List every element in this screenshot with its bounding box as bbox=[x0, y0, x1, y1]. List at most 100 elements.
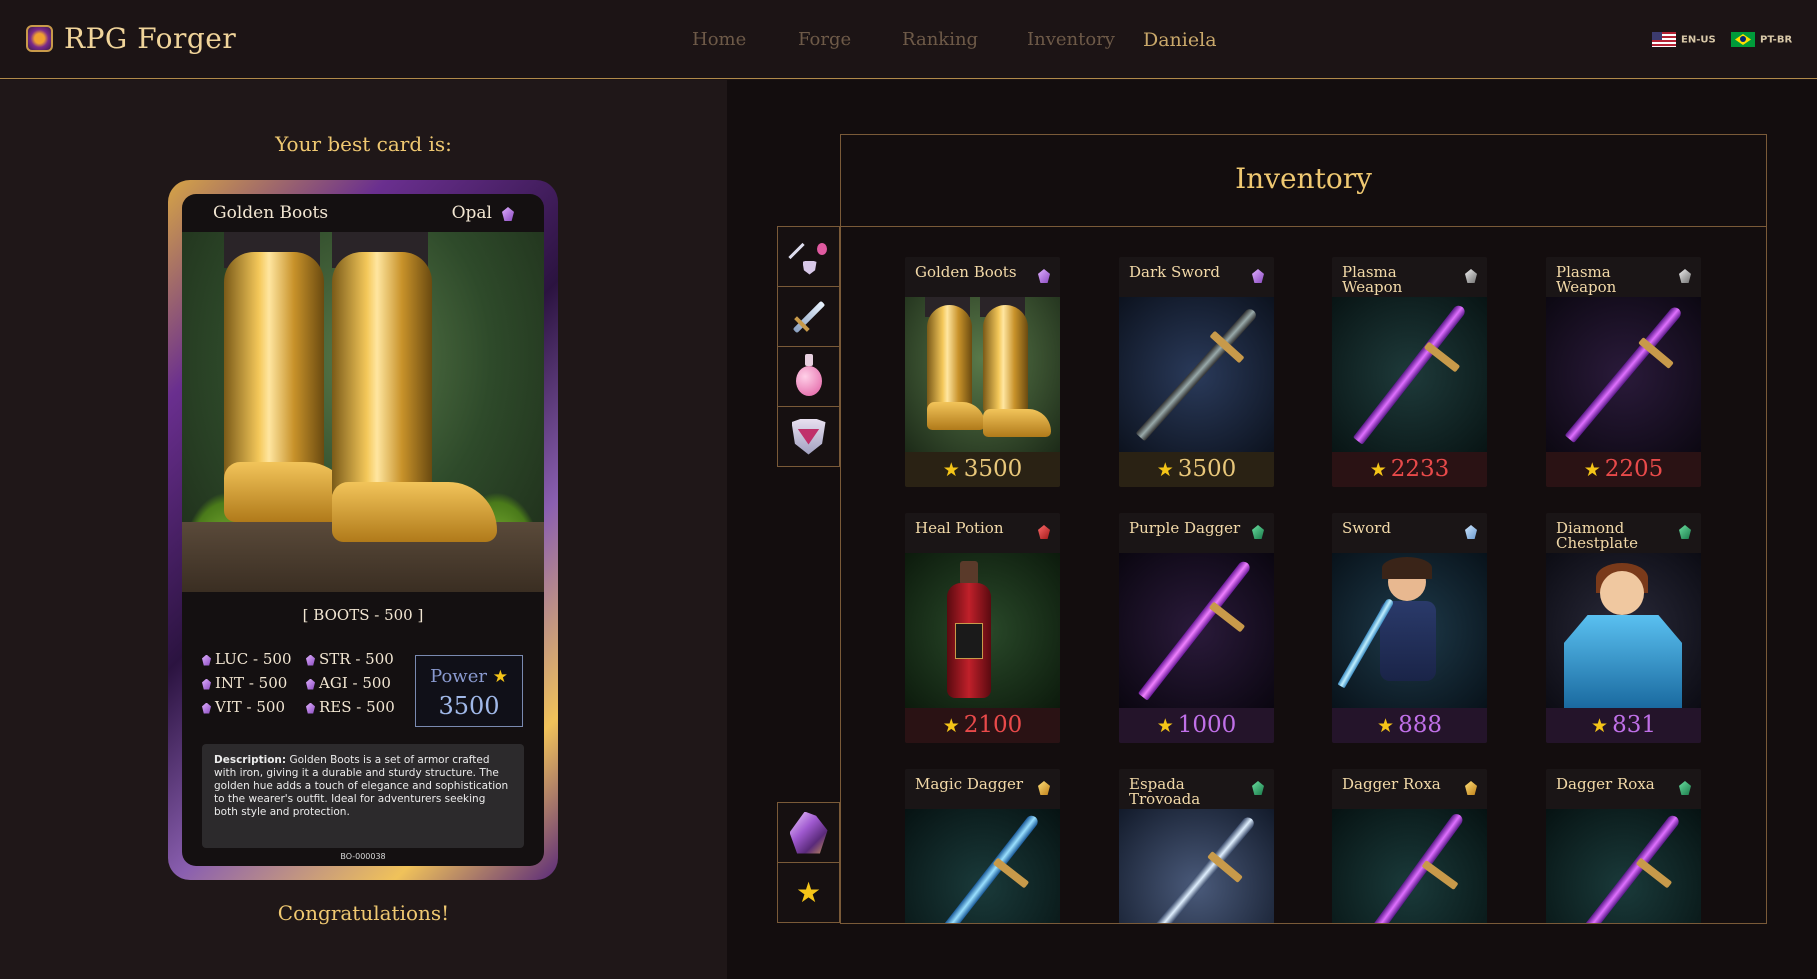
inventory-card[interactable]: Plasma Weapon ★ 2233 bbox=[1332, 257, 1487, 487]
star-icon: ★ bbox=[1156, 715, 1174, 737]
tab-favorites[interactable]: ★ bbox=[777, 862, 840, 923]
nav-forge[interactable]: Forge bbox=[798, 29, 851, 50]
card-header: Purple Dagger bbox=[1119, 513, 1274, 553]
gem-icon bbox=[1038, 269, 1050, 283]
star-icon: ★ bbox=[1156, 459, 1174, 481]
gem-cluster-icon bbox=[789, 811, 828, 854]
lang-en-us[interactable]: EN-US bbox=[1652, 32, 1716, 47]
blade-decor bbox=[1355, 811, 1465, 923]
boot-foot bbox=[927, 402, 985, 430]
blade-decor bbox=[1137, 815, 1257, 923]
card-power: ★ 2205 bbox=[1546, 452, 1701, 487]
stat-gem-icon bbox=[202, 702, 211, 714]
blade-decor bbox=[1564, 305, 1684, 443]
stat-agi: AGI - 500 bbox=[306, 674, 391, 692]
card-header: Espada Trovoada bbox=[1119, 769, 1274, 809]
inventory-card[interactable]: Dagger Roxa bbox=[1546, 769, 1701, 923]
inventory-card[interactable]: Diamond Chestplate ★ 831 bbox=[1546, 513, 1701, 743]
best-card[interactable]: Golden Boots Opal [ BOOTS - 500 ] LUC - … bbox=[168, 180, 558, 880]
card-image bbox=[905, 553, 1060, 708]
card-name: Plasma Weapon bbox=[1342, 263, 1403, 296]
stat-luc: LUC - 500 bbox=[202, 650, 292, 668]
card-header: Diamond Chestplate bbox=[1546, 513, 1701, 553]
description-box: Description: Golden Boots is a set of ar… bbox=[202, 744, 524, 848]
hilt-decor bbox=[1208, 601, 1246, 633]
card-power: ★ 888 bbox=[1332, 708, 1487, 743]
lang-pt-br[interactable]: PT-BR bbox=[1731, 32, 1792, 47]
card-power-value: 2205 bbox=[1604, 456, 1664, 482]
inventory-card[interactable]: Heal Potion ★ 2100 bbox=[905, 513, 1060, 743]
gem-icon bbox=[1465, 781, 1477, 795]
hilt-decor bbox=[1421, 860, 1459, 890]
power-label: Power ★ bbox=[416, 666, 522, 687]
card-image bbox=[1332, 553, 1487, 708]
card-image bbox=[1332, 297, 1487, 452]
boot-right bbox=[983, 305, 1028, 415]
tab-all[interactable] bbox=[777, 226, 840, 287]
opal-gem-icon bbox=[502, 207, 514, 221]
card-power: ★ 3500 bbox=[905, 452, 1060, 487]
card-name: Purple Dagger bbox=[1129, 519, 1241, 537]
logo-icon[interactable] bbox=[26, 25, 53, 52]
card-name: Sword bbox=[1342, 519, 1391, 537]
gem-icon bbox=[1252, 781, 1264, 795]
inventory-card[interactable]: Magic Dagger bbox=[905, 769, 1060, 923]
card-header: Magic Dagger bbox=[905, 769, 1060, 809]
all-items-icon bbox=[787, 235, 831, 279]
nav-home[interactable]: Home bbox=[692, 29, 746, 50]
gem-icon bbox=[1252, 525, 1264, 539]
power-label-text: Power bbox=[430, 666, 487, 687]
card-name: Dark Sword bbox=[1129, 263, 1220, 281]
card-code: BO-000038 bbox=[340, 852, 386, 861]
card-header: Plasma Weapon bbox=[1332, 257, 1487, 297]
inventory-card[interactable]: Golden Boots ★ 3500 bbox=[905, 257, 1060, 487]
card-image bbox=[1119, 809, 1274, 923]
inventory-card[interactable]: Dark Sword ★ 3500 bbox=[1119, 257, 1274, 487]
gem-icon bbox=[1252, 269, 1264, 283]
boot-right bbox=[332, 252, 432, 502]
inventory-card[interactable]: Dagger Roxa bbox=[1332, 769, 1487, 923]
inventory-grid: Golden Boots ★ 3500 Dark Sword ★ 3500 Plas… bbox=[905, 257, 1705, 923]
tab-weapons[interactable] bbox=[777, 286, 840, 347]
card-name: Dagger Roxa bbox=[1556, 775, 1655, 793]
tab-rarity[interactable] bbox=[777, 802, 840, 863]
card-power-value: 2100 bbox=[963, 712, 1023, 738]
card-header: Golden Boots bbox=[905, 257, 1060, 297]
tab-armor[interactable] bbox=[777, 406, 840, 467]
star-icon: ★ bbox=[942, 715, 960, 737]
star-icon: ★ bbox=[795, 875, 822, 909]
card-power: ★ 3500 bbox=[1119, 452, 1274, 487]
tab-potions[interactable] bbox=[777, 346, 840, 407]
gem-icon bbox=[1679, 525, 1691, 539]
nav-inventory[interactable]: Inventory bbox=[1027, 29, 1115, 50]
card-power: ★ 831 bbox=[1546, 708, 1701, 743]
card-image bbox=[1546, 553, 1701, 708]
card-image bbox=[905, 809, 1060, 923]
card-name: Golden Boots bbox=[915, 263, 1017, 281]
blade-decor bbox=[925, 813, 1041, 923]
congrats-text: Congratulations! bbox=[277, 901, 450, 925]
best-card-label: Your best card is: bbox=[275, 132, 452, 156]
stat-luc-text: LUC - 500 bbox=[215, 650, 292, 668]
top-navbar: RPG Forger Home Forge Ranking Inventory … bbox=[0, 0, 1817, 79]
nav-user[interactable]: Daniela bbox=[1143, 29, 1217, 51]
card-name: Plasma Weapon bbox=[1556, 263, 1617, 296]
potion-icon bbox=[795, 353, 822, 396]
card-image bbox=[1119, 297, 1274, 452]
inventory-card[interactable]: Espada Trovoada bbox=[1119, 769, 1274, 923]
star-icon: ★ bbox=[1591, 715, 1609, 737]
stat-str-text: STR - 500 bbox=[319, 650, 394, 668]
best-card-type: [ BOOTS - 500 ] bbox=[302, 606, 424, 624]
description-label: Description: bbox=[214, 754, 287, 766]
inventory-card[interactable]: Purple Dagger ★ 1000 bbox=[1119, 513, 1274, 743]
mini-potion-icon bbox=[816, 242, 827, 255]
card-image bbox=[1119, 553, 1274, 708]
inventory-card[interactable]: Plasma Weapon ★ 2205 bbox=[1546, 257, 1701, 487]
app-title[interactable]: RPG Forger bbox=[64, 22, 236, 55]
gem-icon bbox=[1679, 781, 1691, 795]
nav-ranking[interactable]: Ranking bbox=[902, 29, 978, 50]
power-box: Power ★ 3500 bbox=[415, 655, 523, 727]
inventory-card[interactable]: Sword ★ 888 bbox=[1332, 513, 1487, 743]
card-power-value: 888 bbox=[1398, 712, 1442, 738]
boot-foot bbox=[983, 409, 1051, 437]
